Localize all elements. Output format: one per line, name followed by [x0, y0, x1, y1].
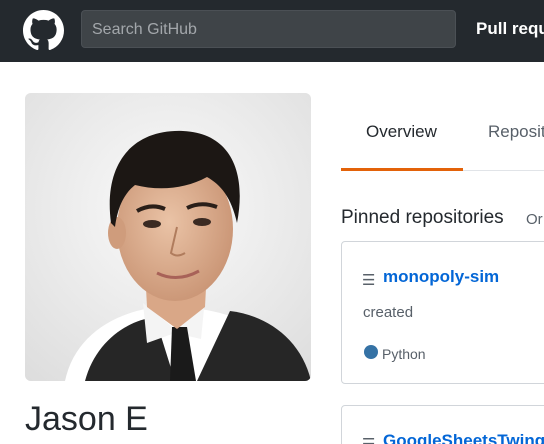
tab-overview[interactable]: Overview — [341, 93, 463, 171]
repo-icon: ☰ — [362, 272, 376, 289]
repo-link[interactable]: monopoly-sim — [383, 267, 499, 287]
repo-language: Python — [382, 346, 426, 362]
github-logo-icon[interactable] — [23, 10, 64, 51]
tab-repositories[interactable]: Reposit — [488, 122, 544, 142]
avatar[interactable] — [25, 93, 311, 381]
tab-overview-label: Overview — [366, 122, 437, 141]
profile-name: Jason E — [25, 400, 148, 438]
nav-pull-requests-link[interactable]: Pull requ — [476, 19, 544, 39]
pinned-repo-card: ☰ GoogleSheetsTwing — [341, 405, 544, 444]
repo-link[interactable]: GoogleSheetsTwing — [383, 431, 544, 444]
search-placeholder: Search GitHub — [92, 21, 197, 38]
repo-icon: ☰ — [362, 435, 375, 444]
pinned-repositories-heading: Pinned repositories — [341, 207, 504, 228]
customize-pins-link[interactable]: Or — [526, 211, 543, 228]
language-color-dot — [364, 345, 378, 359]
repo-description: created — [363, 304, 414, 321]
pinned-repo-card: ☰ monopoly-sim created Python — [341, 241, 544, 384]
search-input[interactable]: Search GitHub — [81, 10, 456, 48]
top-navbar: Search GitHub Pull requ — [0, 0, 544, 62]
profile-tabs: Overview Reposit — [341, 93, 544, 171]
